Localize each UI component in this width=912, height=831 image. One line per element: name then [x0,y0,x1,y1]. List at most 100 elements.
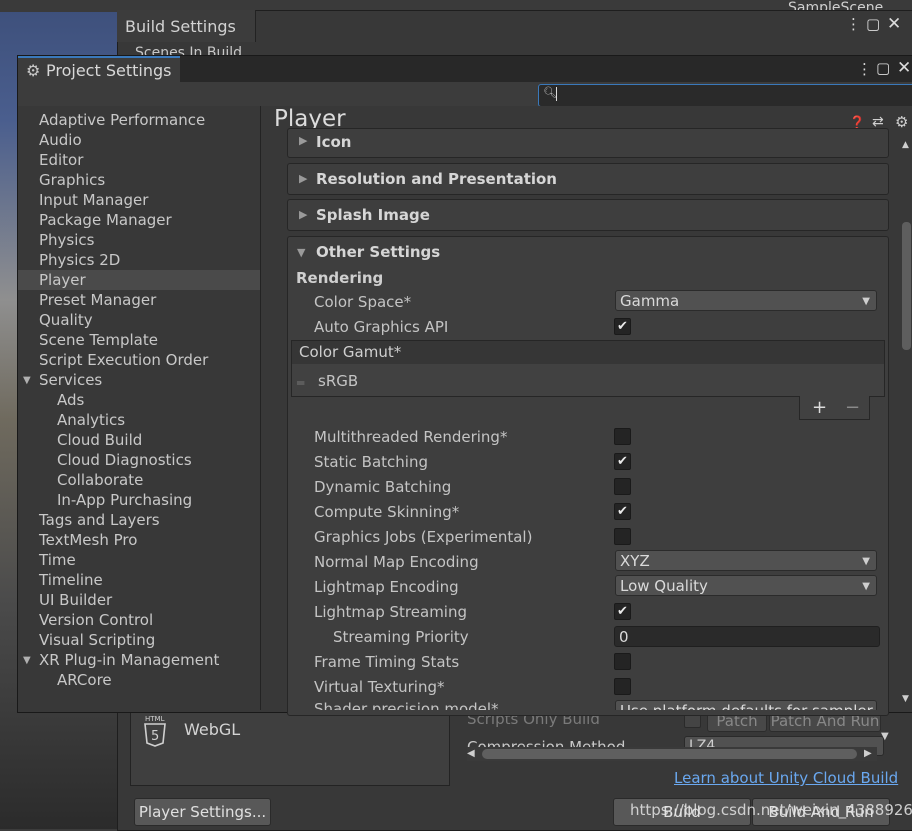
section-icon[interactable]: ▶ Icon [287,128,889,158]
collapsed-triangle-icon: ▶ [299,172,308,185]
other-settings-header[interactable]: Other Settings [316,243,440,261]
streaming-priority-field[interactable]: 0 [614,626,880,647]
search-icon: 🔍︎ [543,86,557,99]
compute-skinning-label: Compute Skinning* [314,503,460,521]
static-batching-checkbox[interactable]: ✔ [614,453,631,470]
scroll-left-icon[interactable]: ◀ [467,748,475,759]
auto-graphics-api-checkbox[interactable]: ✔ [614,318,631,335]
lightmap-streaming-checkbox[interactable]: ✔ [614,603,631,620]
sidebar-item-collaborate[interactable]: Collaborate [18,470,260,490]
more-menu-icon[interactable]: ⋮ [857,60,872,78]
graphics-jobs-label: Graphics Jobs (Experimental) [314,528,533,546]
sidebar-item-version-control[interactable]: Version Control [18,610,260,630]
dynamic-batching-label: Dynamic Batching [314,478,452,496]
expand-triangle-icon[interactable]: ▼ [23,371,31,391]
lightmap-streaming-label: Lightmap Streaming [314,603,467,621]
sidebar-item-adaptive-performance[interactable]: Adaptive Performance [18,110,260,130]
sidebar-item-cloud-build[interactable]: Cloud Build [18,430,260,450]
sidebar-item-analytics[interactable]: Analytics [18,410,260,430]
sidebar-item-input-manager[interactable]: Input Manager [18,190,260,210]
dynamic-batching-checkbox[interactable] [614,478,631,495]
collapsed-triangle-icon: ▶ [299,208,308,221]
sidebar-item-ads[interactable]: Ads [18,390,260,410]
sidebar-item-player[interactable]: Player [18,270,260,290]
search-input[interactable] [538,84,912,107]
sidebar-item-quality[interactable]: Quality [18,310,260,330]
sidebar-item-package-manager[interactable]: Package Manager [18,210,260,230]
expand-triangle-icon[interactable]: ▼ [23,651,31,671]
project-settings-title: Project Settings [46,61,172,80]
unity-cloud-build-link[interactable]: Learn about Unity Cloud Build [674,769,898,787]
settings-gear-icon[interactable]: ⚙ [895,113,908,131]
static-batching-label: Static Batching [314,453,428,471]
maximize-icon[interactable]: ▢ [876,59,890,77]
sidebar-item-script-execution-order[interactable]: Script Execution Order [18,350,260,370]
sidebar-item-ui-builder[interactable]: UI Builder [18,590,260,610]
sidebar-item-arcore[interactable]: ARCore [18,670,260,690]
frame-timing-stats-checkbox[interactable] [614,653,631,670]
multithreaded-rendering-label: Multithreaded Rendering* [314,428,508,446]
sidebar-item-audio[interactable]: Audio [18,130,260,150]
sidebar-item-in-app-purchasing[interactable]: In-App Purchasing [18,490,260,510]
expanded-triangle-icon[interactable]: ▼ [297,246,305,259]
html5-icon: HTML 5 [144,715,166,747]
platform-webgl-label[interactable]: WebGL [184,720,240,739]
sidebar-item-textmesh-pro[interactable]: TextMesh Pro [18,530,260,550]
sidebar-item-physics[interactable]: Physics [18,230,260,250]
lightmap-encoding-dropdown[interactable]: Low Quality ▼ [615,575,877,596]
sidebar-item-scene-template[interactable]: Scene Template [18,330,260,350]
plus-icon[interactable]: + [812,397,827,418]
text-caret [556,87,557,101]
section-splash-image[interactable]: ▶ Splash Image [287,199,889,231]
color-space-label: Color Space* [314,293,412,311]
sidebar-item-preset-manager[interactable]: Preset Manager [18,290,260,310]
platform-list[interactable] [130,706,450,786]
sidebar-item-physics-2d[interactable]: Physics 2D [18,250,260,270]
scroll-up-icon[interactable]: ▲ [902,140,909,150]
virtual-texturing-checkbox[interactable] [614,678,631,695]
maximize-icon[interactable]: ▢ [866,15,880,33]
close-icon[interactable]: ✕ [887,14,901,34]
drag-handle-icon[interactable]: ═ [297,376,304,390]
rendering-header: Rendering [296,269,384,287]
dropdown-arrow-icon: ▼ [862,581,870,592]
color-gamut-item[interactable]: sRGB [318,372,358,390]
settings-sidebar: Adaptive Performance Audio Editor Graphi… [18,106,261,710]
collapsed-triangle-icon: ▶ [299,134,308,147]
player-settings-button[interactable]: Player Settings... [134,798,271,826]
more-menu-icon[interactable]: ⋮ [846,15,861,33]
gear-icon: ⚙ [26,61,41,80]
minus-icon[interactable]: − [845,397,860,418]
vertical-scrollbar-thumb[interactable] [902,222,911,350]
frame-timing-stats-label: Frame Timing Stats [314,653,460,671]
compute-skinning-checkbox[interactable]: ✔ [614,503,631,520]
sidebar-item-editor[interactable]: Editor [18,150,260,170]
sidebar-item-services[interactable]: ▼ Services [18,370,260,390]
dropdown-arrow-icon: ▼ [862,556,870,567]
graphics-jobs-checkbox[interactable] [614,528,631,545]
color-gamut-label: Color Gamut* [299,343,402,361]
clipped-row-container: Shader precision model* Use platform def… [287,700,889,710]
shader-precision-label: Shader precision model* [314,700,499,710]
sidebar-item-visual-scripting[interactable]: Visual Scripting [18,630,260,650]
svg-text:HTML: HTML [145,715,165,723]
section-resolution-and-presentation[interactable]: ▶ Resolution and Presentation [287,163,889,195]
sidebar-item-time[interactable]: Time [18,550,260,570]
streaming-priority-label: Streaming Priority [333,628,469,646]
svg-text:5: 5 [151,729,159,744]
scroll-down-icon[interactable]: ▼ [881,731,889,742]
close-icon[interactable]: ✕ [897,58,911,78]
sidebar-item-cloud-diagnostics[interactable]: Cloud Diagnostics [18,450,260,470]
sidebar-item-xr-plugin-management[interactable]: ▼ XR Plug-in Management [18,650,260,670]
sidebar-item-timeline[interactable]: Timeline [18,570,260,590]
scroll-down-icon[interactable]: ▼ [902,694,909,704]
scroll-right-icon[interactable]: ▶ [864,748,872,759]
multithreaded-rendering-checkbox[interactable] [614,428,631,445]
normal-map-encoding-dropdown[interactable]: XYZ ▼ [615,550,877,571]
shader-precision-dropdown[interactable]: Use platform defaults for sampler [615,700,877,710]
sidebar-item-tags-and-layers[interactable]: Tags and Layers [18,510,260,530]
sidebar-item-graphics[interactable]: Graphics [18,170,260,190]
horizontal-scrollbar-thumb[interactable] [482,749,857,759]
color-space-dropdown[interactable]: Gamma ▼ [615,290,877,311]
build-settings-title: Build Settings [125,17,236,36]
